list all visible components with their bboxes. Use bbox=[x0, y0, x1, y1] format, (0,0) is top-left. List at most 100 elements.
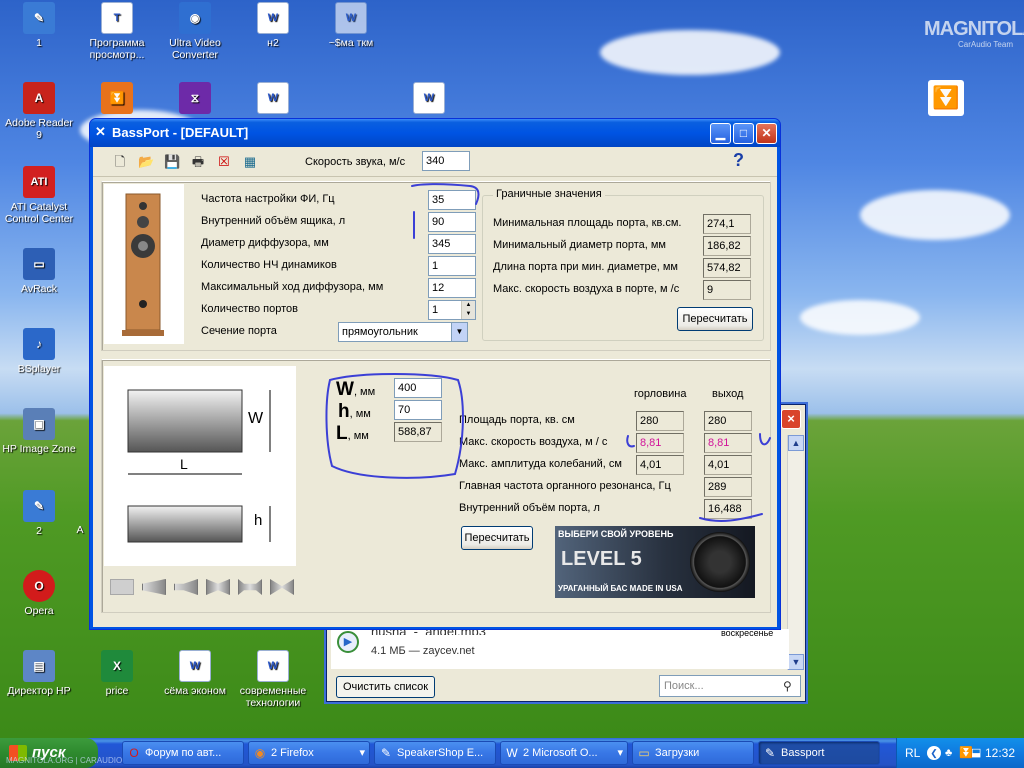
close-button[interactable]: ✕ bbox=[756, 123, 777, 144]
desktop-icon-viewer[interactable]: T Программа просмотр... bbox=[80, 2, 154, 61]
tray-app-icon[interactable]: ⏬ bbox=[928, 80, 964, 116]
desktop-icon-avrack[interactable]: ▭ AvRack bbox=[2, 248, 76, 295]
tools-icon: ✎ bbox=[764, 746, 776, 760]
task-downloads[interactable]: ▭ Загрузки bbox=[632, 741, 754, 765]
scrollbar[interactable]: ▲ ▼ bbox=[787, 435, 804, 670]
port-height-input[interactable]: 70 bbox=[394, 400, 442, 420]
ad-line1: ВЫБЕРИ СВОЙ УРОВЕНЬ bbox=[558, 529, 674, 539]
cone-diameter-input[interactable]: 345 bbox=[428, 234, 476, 254]
desktop-icon-partial[interactable]: A bbox=[70, 524, 90, 536]
shape-hourglass-icon[interactable] bbox=[270, 579, 294, 595]
limits-group: Граничные значения Минимальная площадь п… bbox=[482, 188, 764, 341]
result-value: 16,488 bbox=[704, 499, 752, 519]
title-bar[interactable]: ✕ BassPort - [DEFAULT] ▁ □ ✕ bbox=[90, 119, 780, 147]
port-section-select[interactable]: прямоугольник ▼ bbox=[338, 322, 468, 342]
bassport-window[interactable]: ✕ BassPort - [DEFAULT] ▁ □ ✕ 🗋 📂 💾 🖶 ☒ ▦… bbox=[89, 118, 781, 630]
folder-icon: ▭ bbox=[638, 746, 650, 760]
spin-arrows-icon[interactable]: ▲ ▼ bbox=[461, 301, 475, 319]
desktop-icon-doc-a[interactable]: W bbox=[236, 82, 310, 117]
speaker-image bbox=[104, 184, 184, 344]
help-icon[interactable]: ? bbox=[733, 150, 744, 171]
speakershop-icon: ✎ bbox=[380, 746, 392, 760]
limit-value: 9 bbox=[703, 280, 751, 300]
param-label: Количество НЧ динамиков bbox=[201, 259, 337, 271]
opera-icon: O bbox=[23, 570, 55, 602]
desktop-icon-hp-image-zone[interactable]: ▣ HP Image Zone bbox=[2, 408, 76, 455]
desktop-icon-vs[interactable]: ⧖ bbox=[158, 82, 232, 117]
clear-list-button[interactable]: Очистить список bbox=[336, 676, 436, 698]
recalculate-port-button[interactable]: Пересчитать bbox=[461, 526, 533, 550]
desktop-icon-bsplayer[interactable]: ♪ BSplayer bbox=[2, 328, 76, 375]
desktop-icon-ati[interactable]: ATI ATI Catalyst Control Center bbox=[2, 166, 76, 225]
recalculate-limits-button[interactable]: Пересчитать bbox=[677, 307, 753, 331]
port-diagram: W L h bbox=[104, 366, 296, 566]
minimize-button[interactable]: ▁ bbox=[710, 123, 731, 144]
shape-horn-icon[interactable] bbox=[174, 579, 198, 595]
task-firefox[interactable]: ◉ 2 Firefox ▾ bbox=[248, 741, 370, 765]
scroll-up-icon[interactable]: ▲ bbox=[788, 435, 804, 451]
result-value: 289 bbox=[704, 477, 752, 497]
task-word[interactable]: W2 Microsoft O... ▾ bbox=[500, 741, 628, 765]
task-speakershop[interactable]: ✎ SpeakerShop E... bbox=[374, 741, 496, 765]
back-arrow-icon[interactable]: ❮ bbox=[927, 746, 941, 760]
desktop-icon-downloader[interactable]: ⏬ bbox=[80, 82, 154, 117]
chevron-down-icon[interactable]: ▼ bbox=[451, 323, 467, 341]
dim-w-label: W, мм bbox=[336, 379, 376, 400]
shape-double-flare-icon[interactable] bbox=[206, 579, 230, 595]
scroll-down-icon[interactable]: ▼ bbox=[788, 654, 804, 670]
desktop-icon-opera[interactable]: O Opera bbox=[2, 570, 76, 617]
result-throat: 8,81 bbox=[636, 433, 684, 453]
result-outlet: 8,81 bbox=[704, 433, 752, 453]
box-volume-input[interactable]: 90 bbox=[428, 212, 476, 232]
result-outlet: 4,01 bbox=[704, 455, 752, 475]
port-shape-selector bbox=[104, 570, 296, 604]
word-doc-icon: W bbox=[335, 2, 367, 34]
delete-icon[interactable]: ☒ bbox=[216, 154, 232, 169]
result-label: Макс. амплитуда колебаний, см bbox=[459, 458, 622, 470]
limit-label: Длина порта при мин. диаметре, мм bbox=[493, 261, 678, 273]
close-button[interactable]: × bbox=[781, 409, 801, 429]
port-width-input[interactable]: 400 bbox=[394, 378, 442, 398]
shape-flare-icon[interactable] bbox=[142, 579, 166, 595]
language-indicator[interactable]: RL bbox=[905, 738, 920, 768]
desktop-icon-doc-b[interactable]: W bbox=[392, 82, 466, 117]
result-label: Главная частота органного резонанса, Гц bbox=[459, 480, 671, 492]
desktop-icon-video-converter[interactable]: ◉ Ultra Video Converter bbox=[158, 2, 232, 61]
desktop-icon-tkm[interactable]: W ~$ма ткм bbox=[314, 2, 388, 49]
throat-header: горловина bbox=[634, 388, 687, 400]
desktop-icon-n2[interactable]: Wн2 bbox=[236, 2, 310, 49]
save-icon[interactable]: 💾 bbox=[164, 154, 180, 169]
open-folder-icon[interactable]: 📂 bbox=[138, 154, 154, 169]
download-item[interactable]: ▶ nusha_-_angel.mp3 4.1 МБ — zaycev.net … bbox=[331, 625, 789, 669]
desktop-icon-price[interactable]: Xprice bbox=[80, 650, 154, 697]
window-title: BassPort - [DEFAULT] bbox=[112, 125, 249, 140]
desktop-icon-tech[interactable]: Wсовременные технологии bbox=[236, 650, 310, 709]
max-excursion-input[interactable]: 12 bbox=[428, 278, 476, 298]
desktop-icon-1[interactable]: ✎ 1 bbox=[2, 2, 76, 49]
result-outlet: 280 bbox=[704, 411, 752, 431]
calculator-icon[interactable]: ▦ bbox=[242, 154, 258, 169]
task-bassport[interactable]: ✎ Bassport bbox=[758, 741, 880, 765]
print-icon[interactable]: 🖶 bbox=[190, 154, 206, 169]
shape-rectangle-icon[interactable] bbox=[110, 579, 134, 595]
shape-flared-ends-icon[interactable] bbox=[238, 579, 262, 595]
desktop-icon-hp-director[interactable]: ▤ Директор HP bbox=[2, 650, 76, 697]
tuning-frequency-input[interactable]: 35 bbox=[428, 190, 476, 210]
taskbar: пуск MAGNITOLA.ORG | CARAUDIO TEAM O Фору… bbox=[0, 738, 1024, 768]
port-count-stepper[interactable]: 1 ▲ ▼ bbox=[428, 300, 476, 320]
task-forum[interactable]: O Форум по авт... bbox=[122, 741, 244, 765]
search-icon[interactable]: ⚲ bbox=[783, 679, 792, 693]
desktop-icon-2[interactable]: ✎ 2 bbox=[2, 490, 76, 537]
new-file-icon[interactable]: 🗋 bbox=[112, 154, 128, 169]
clock[interactable]: 12:32 bbox=[985, 738, 1015, 768]
limit-value: 274,1 bbox=[703, 214, 751, 234]
level5-ad-banner[interactable]: ВЫБЕРИ СВОЙ УРОВЕНЬ LEVEL 5 УРАГАННЫЙ БА… bbox=[555, 526, 755, 598]
desktop-icon-adobe-reader[interactable]: A Adobe Reader 9 bbox=[2, 82, 76, 141]
shield-icon[interactable]: ♣ bbox=[945, 738, 952, 768]
sound-speed-input[interactable]: 340 bbox=[422, 151, 470, 171]
desktop-icon-sema[interactable]: Wсёма эконом bbox=[158, 650, 232, 697]
search-input[interactable]: Поиск... bbox=[659, 675, 801, 697]
network-icon[interactable]: ⬓ bbox=[971, 738, 981, 768]
woofer-count-input[interactable]: 1 bbox=[428, 256, 476, 276]
maximize-button[interactable]: □ bbox=[733, 123, 754, 144]
